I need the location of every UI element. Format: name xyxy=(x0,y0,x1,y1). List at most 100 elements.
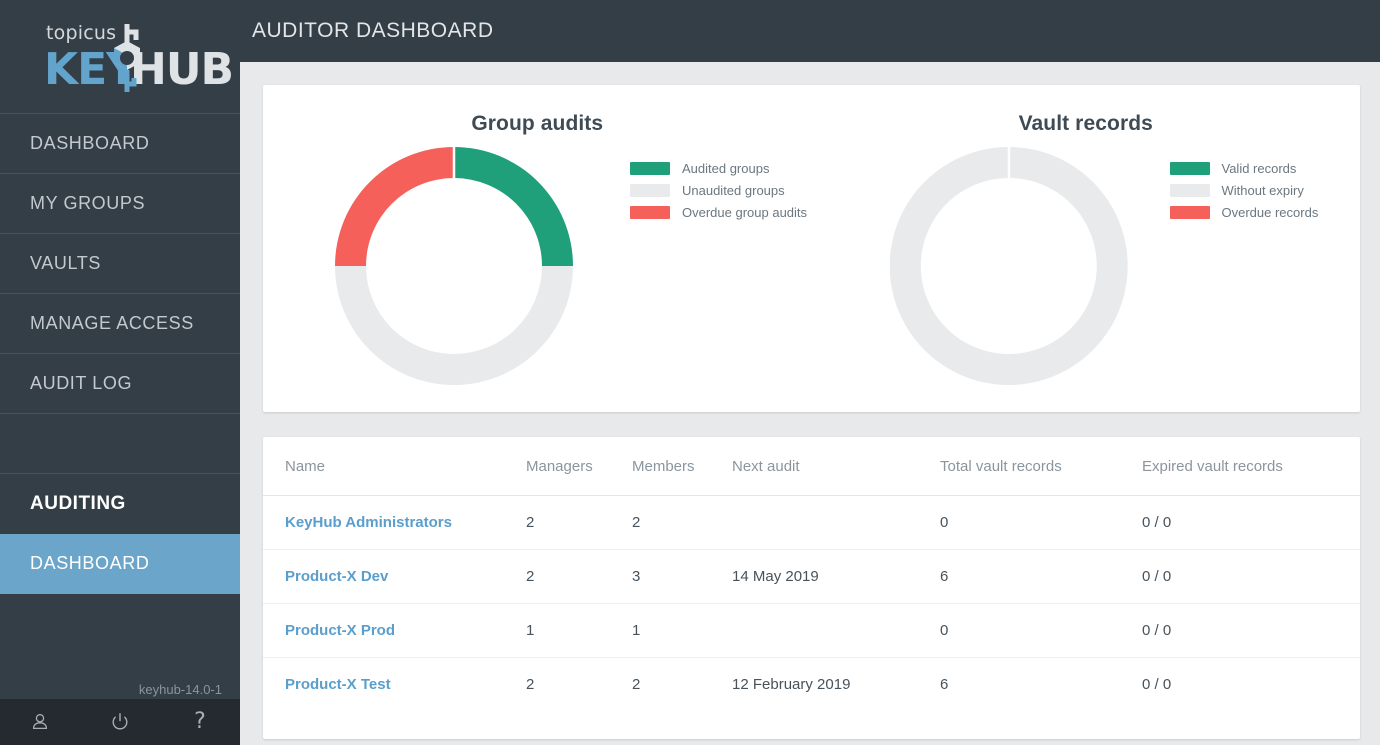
cell-name: Product-X Prod xyxy=(263,603,526,658)
topbar: AUDITOR DASHBOARD xyxy=(240,0,1380,62)
column-header-name[interactable]: Name xyxy=(263,437,526,496)
main-area: AUDITOR DASHBOARD Group audits Audited g… xyxy=(240,0,1380,745)
vault-records-panel: Vault records Valid records Without expi… xyxy=(812,85,1361,412)
charts-card: Group audits Audited groups Unaudited gr… xyxy=(263,85,1360,412)
column-header-managers[interactable]: Managers xyxy=(526,437,632,496)
cell-next-audit xyxy=(732,495,940,550)
cell-expired-vault-records: 0 / 0 xyxy=(1142,495,1360,550)
keyhub-key-mark-icon xyxy=(114,24,140,92)
help-icon: ? xyxy=(194,709,206,734)
cell-next-audit: 14 May 2019 xyxy=(732,549,940,604)
cell-total-vault-records: 6 xyxy=(940,549,1142,604)
legend-swatch-red xyxy=(1169,205,1210,219)
sidebar-item-vaults[interactable]: VAULTS xyxy=(0,234,240,294)
cell-total-vault-records: 0 xyxy=(940,495,1142,550)
sidebar-footer: ? xyxy=(0,699,240,745)
keyhub-logo: topicus KEY HUB xyxy=(44,22,234,96)
legend-swatch-gray xyxy=(1169,183,1210,197)
group-audits-legend: Audited groups Unaudited groups Overdue … xyxy=(630,157,807,223)
table-header: Name Managers Members Next audit Total v… xyxy=(263,437,1360,496)
cell-members: 1 xyxy=(632,603,732,658)
cell-expired-vault-records: 0 / 0 xyxy=(1142,603,1360,658)
cell-total-vault-records: 0 xyxy=(940,603,1142,658)
legend-label: Audited groups xyxy=(682,160,770,176)
sidebar-item-manage-access[interactable]: MANAGE ACCESS xyxy=(0,294,240,354)
content-area: Group audits Audited groups Unaudited gr… xyxy=(240,62,1380,739)
legend-swatch-red xyxy=(630,205,670,219)
page-title: AUDITOR DASHBOARD xyxy=(252,19,494,42)
auditor-dashboard-app: topicus KEY HUB DASHBOARD MY GROUPS VAUL… xyxy=(0,0,1380,745)
cell-name: Product-X Dev xyxy=(263,549,526,604)
logout-button[interactable] xyxy=(80,699,160,745)
slice-unaudited-groups xyxy=(335,266,573,385)
column-header-next-audit[interactable]: Next audit xyxy=(732,437,940,496)
sidebar-item-dashboard[interactable]: DASHBOARD xyxy=(0,114,240,174)
legend-label: Overdue records xyxy=(1221,204,1319,220)
logo-area[interactable]: topicus KEY HUB xyxy=(0,0,240,114)
group-audits-donut-svg xyxy=(335,146,573,385)
sidebar-item-label: MY GROUPS xyxy=(30,193,146,213)
legend-item-without-expiry[interactable]: Without expiry xyxy=(1169,179,1319,201)
cell-members: 3 xyxy=(632,549,732,604)
sidebar-item-label: DASHBOARD xyxy=(30,133,150,153)
table-row[interactable]: Product-X Test 2 2 12 February 2019 6 0 … xyxy=(263,658,1360,712)
account-button[interactable] xyxy=(0,699,80,745)
sidebar-section-auditing: AUDITING xyxy=(0,474,240,534)
sidebar-divider xyxy=(0,414,240,474)
sidebar-item-my-groups[interactable]: MY GROUPS xyxy=(0,174,240,234)
sidebar-item-auditing-dashboard[interactable]: DASHBOARD xyxy=(0,534,240,594)
cell-total-vault-records: 6 xyxy=(940,676,949,693)
group-link[interactable]: Product-X Prod xyxy=(285,622,395,639)
group-link[interactable]: KeyHub Administrators xyxy=(285,514,452,531)
legend-label: Unaudited groups xyxy=(682,182,785,198)
group-link[interactable]: Product-X Test xyxy=(285,676,391,693)
column-header-expired-vault-records[interactable]: Expired vault records xyxy=(1142,437,1360,496)
vault-records-donut[interactable] xyxy=(889,146,1128,390)
group-audits-title: Group audits xyxy=(471,112,604,135)
cell-expired-vault-records: 0 / 0 xyxy=(1142,676,1172,693)
column-header-total-vault-records[interactable]: Total vault records xyxy=(940,437,1142,496)
vault-records-legend: Valid records Without expiry Overdue rec… xyxy=(1169,157,1319,223)
help-button[interactable]: ? xyxy=(160,699,240,745)
table-row[interactable]: Product-X Prod 1 1 0 0 / 0 xyxy=(263,603,1360,658)
sidebar-item-label: AUDIT LOG xyxy=(30,373,133,393)
vault-records-title: Vault records xyxy=(1018,112,1153,135)
version-label: keyhub-14.0-1 xyxy=(138,682,222,697)
cell-members: 2 xyxy=(632,495,732,550)
slice-overdue-group-audits xyxy=(335,147,454,266)
column-header-members[interactable]: Members xyxy=(632,437,732,496)
table-row[interactable]: KeyHub Administrators 2 2 0 0 / 0 xyxy=(263,495,1360,550)
legend-item-valid-records[interactable]: Valid records xyxy=(1169,157,1319,179)
cell-next-audit xyxy=(732,603,940,658)
legend-swatch-green xyxy=(1169,161,1210,175)
power-icon xyxy=(112,713,128,730)
table-body: KeyHub Administrators 2 2 0 0 / 0 Produc… xyxy=(263,495,1360,712)
cell-managers: 1 xyxy=(526,603,632,658)
group-link[interactable]: Product-X Dev xyxy=(285,568,388,585)
cell-managers: 2 xyxy=(526,676,535,693)
cell-name: KeyHub Administrators xyxy=(263,495,526,550)
sidebar-item-label: DASHBOARD xyxy=(30,553,150,573)
group-audits-donut[interactable] xyxy=(335,146,573,390)
legend-swatch-green xyxy=(630,161,670,175)
legend-item-overdue-records[interactable]: Overdue records xyxy=(1169,201,1319,223)
table-row[interactable]: Product-X Dev 2 3 14 May 2019 6 0 / 0 xyxy=(263,549,1360,604)
legend-label: Overdue group audits xyxy=(682,204,808,220)
groups-table: Name Managers Members Next audit Total v… xyxy=(263,437,1360,711)
sidebar: topicus KEY HUB DASHBOARD MY GROUPS VAUL… xyxy=(0,0,240,745)
primary-navigation: DASHBOARD MY GROUPS VAULTS MANAGE ACCESS… xyxy=(0,114,240,594)
groups-table-card: Name Managers Members Next audit Total v… xyxy=(263,437,1360,739)
group-audits-panel: Group audits Audited groups Unaudited gr… xyxy=(263,85,812,412)
slice-audited-groups xyxy=(454,147,573,266)
legend-item-unaudited-groups[interactable]: Unaudited groups xyxy=(630,179,807,201)
cell-managers: 2 xyxy=(526,495,632,550)
cell-next-audit: 12 February 2019 xyxy=(732,676,851,693)
legend-item-audited-groups[interactable]: Audited groups xyxy=(630,157,807,179)
vault-records-donut-svg xyxy=(889,146,1128,385)
legend-item-overdue-group-audits[interactable]: Overdue group audits xyxy=(630,201,807,223)
cell-name: Product-X Test xyxy=(263,658,526,712)
sidebar-item-label: MANAGE ACCESS xyxy=(30,313,194,333)
sidebar-item-audit-log[interactable]: AUDIT LOG xyxy=(0,354,240,414)
cell-expired-vault-records: 0 / 0 xyxy=(1142,549,1360,604)
legend-label: Without expiry xyxy=(1221,182,1304,198)
